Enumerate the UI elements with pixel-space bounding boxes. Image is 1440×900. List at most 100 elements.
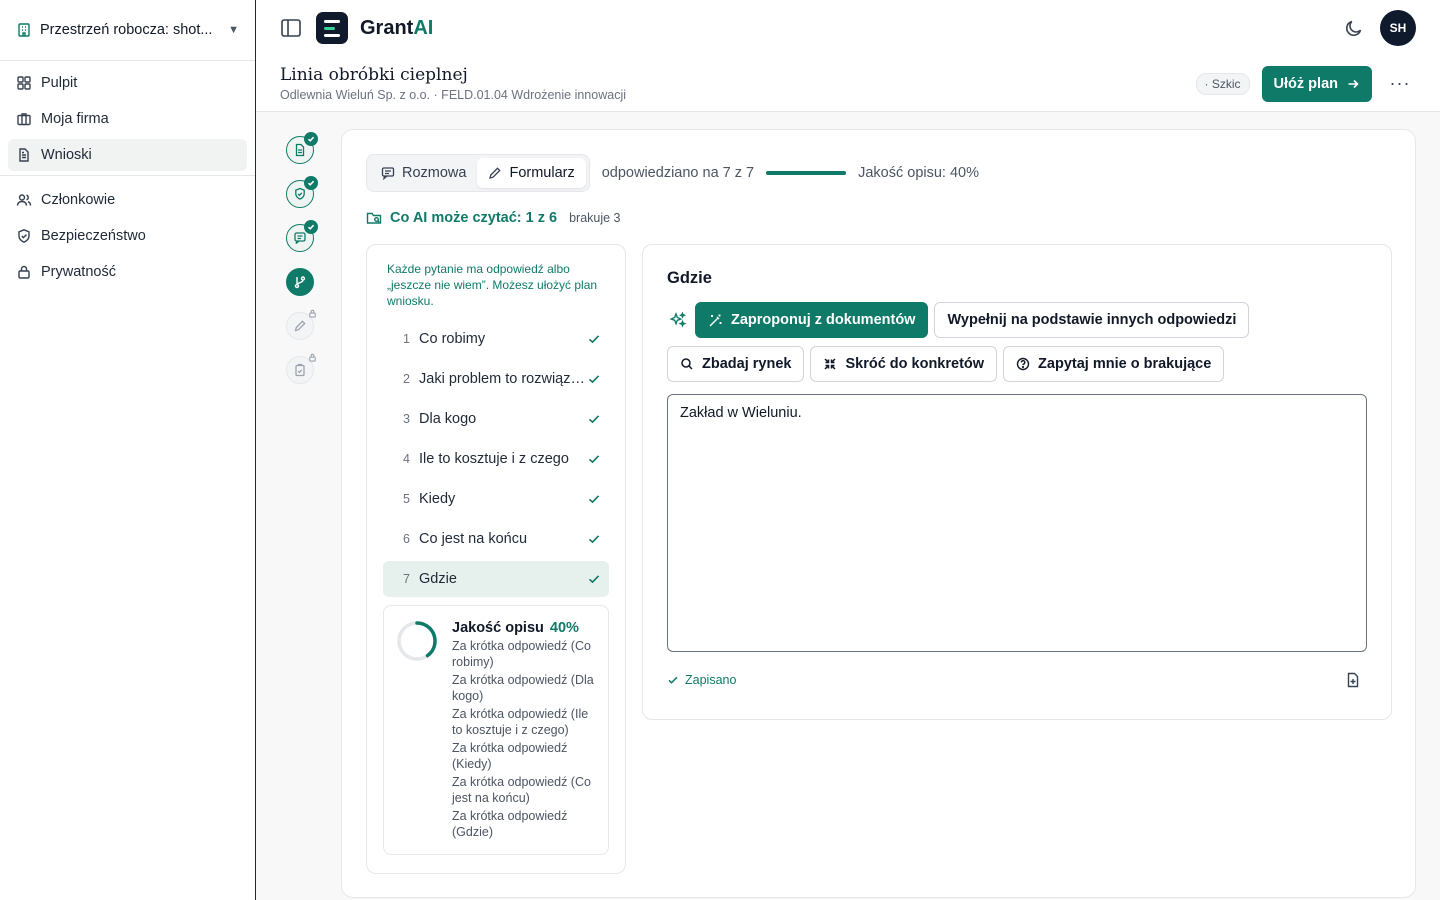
briefcase-icon [16, 111, 32, 127]
quality-box: Jakość opisu 40% Za krótka odpowiedź (Co … [383, 605, 609, 855]
search-icon [680, 357, 694, 371]
workspace-label: Przestrzeń robocza: shot... [40, 22, 213, 38]
ai-read-status[interactable]: Co AI może czytać: 1 z 6 brakuje 3 [366, 210, 621, 226]
help-circle-icon [1016, 357, 1030, 371]
shorten-button[interactable]: Skróć do konkretów [810, 346, 998, 382]
step-shield[interactable] [286, 176, 318, 208]
sidebar-nav: Pulpit Moja firma Wnioski Członkowie Bez… [0, 61, 255, 298]
sidebar-item-label: Członkowie [41, 192, 116, 208]
quality-note: Za krótka odpowiedź (Co robimy) [452, 639, 591, 669]
folder-search-icon [366, 210, 382, 226]
check-icon [304, 176, 318, 190]
sidebar-item-czlonkowie[interactable]: Członkowie [8, 184, 247, 216]
fill-from-other-answers-button[interactable]: Wypełnij na podstawie innych odpowiedzi [934, 302, 1250, 338]
check-icon [587, 492, 601, 506]
step-document[interactable] [286, 132, 318, 164]
shrink-icon [823, 357, 837, 371]
check-icon [587, 412, 601, 426]
chevron-down-icon: ▼ [228, 24, 239, 36]
sidebar-item-pulpit[interactable]: Pulpit [8, 67, 247, 99]
sparkles-icon [667, 311, 689, 329]
main-area: Rozmowa Formularz odpowiedziano na 7 z 7… [256, 112, 1440, 900]
check-icon [304, 132, 318, 146]
mode-tabs: Rozmowa Formularz [366, 154, 590, 192]
check-icon [587, 572, 601, 586]
document-icon [16, 147, 32, 163]
logo-icon [316, 12, 348, 44]
check-icon [587, 332, 601, 346]
avatar[interactable]: SH [1380, 10, 1416, 46]
workspace-switcher[interactable]: Przestrzeń robocza: shot... ▼ [0, 0, 255, 61]
shield-icon [16, 228, 32, 244]
quality-ring [397, 621, 437, 661]
ask-missing-button[interactable]: Zapytaj mnie o brakujące [1003, 346, 1225, 382]
sidebar: Przestrzeń robocza: shot... ▼ Pulpit Moj… [0, 0, 256, 900]
status-badge: · Szkic [1195, 72, 1250, 95]
lock-icon [308, 353, 317, 362]
page-title: Linia obróbki cieplnej [280, 65, 468, 85]
building-icon [16, 22, 32, 38]
sidebar-item-bezpieczenstwo[interactable]: Bezpieczeństwo [8, 220, 247, 252]
application-card: Rozmowa Formularz odpowiedziano na 7 z 7… [341, 129, 1416, 898]
questions-list: 1 Co robimy 2 Jaki problem to rozwiązuje 3… [383, 321, 609, 597]
sidebar-item-label: Bezpieczeństwo [41, 228, 146, 244]
step-pen-locked [286, 309, 317, 340]
quality-note: Za krótka odpowiedź (Gdzie) [452, 809, 568, 839]
check-icon [587, 452, 601, 466]
saved-status: Zapisano [667, 673, 736, 687]
users-icon [16, 192, 32, 208]
sidebar-item-label: Moja firma [41, 111, 109, 127]
sidebar-item-label: Pulpit [41, 75, 78, 91]
quality-note: Za krótka odpowiedź (Dla kogo) [452, 673, 594, 703]
check-icon [587, 532, 601, 546]
question-item[interactable]: 3 Dla kogo [383, 401, 609, 437]
question-item[interactable]: 6 Co jest na końcu [383, 521, 609, 557]
answer-title: Gdzie [667, 269, 712, 287]
arrow-right-icon [1346, 77, 1360, 91]
ai-read-missing: brakuje 3 [569, 211, 621, 225]
quality-note: Za krótka odpowiedź (Co jest na końcu) [452, 775, 591, 805]
pencil-icon [488, 166, 502, 180]
more-options-button[interactable]: ··· [1384, 73, 1416, 94]
tab-rozmowa[interactable]: Rozmowa [370, 158, 477, 188]
sidebar-item-prywatnosc[interactable]: Prywatność [8, 256, 247, 288]
question-item[interactable]: 2 Jaki problem to rozwiązuje [383, 361, 609, 397]
file-plus-icon[interactable] [1345, 672, 1361, 688]
build-plan-button[interactable]: Ułóż plan [1261, 65, 1372, 102]
answered-count: odpowiedziano na 7 z 7 [601, 165, 755, 181]
answer-textarea[interactable]: Zakład w Wieluniu. [667, 394, 1367, 652]
questions-panel: Każde pytanie ma odpowiedź albo „jeszcze… [366, 244, 626, 874]
check-icon [304, 220, 318, 234]
lock-icon [308, 309, 317, 318]
step-branch[interactable] [286, 268, 314, 296]
lock-icon [16, 264, 32, 280]
answered-progress [766, 171, 847, 175]
sidebar-item-label: Prywatność [41, 264, 116, 280]
dark-mode-icon[interactable] [1344, 18, 1364, 38]
ai-read-label: Co AI może czytać: 1 z 6 [390, 210, 558, 226]
chat-icon [381, 166, 395, 180]
sidebar-toggle-icon[interactable] [280, 17, 302, 39]
step-clipboard-locked [286, 353, 317, 384]
step-rail [286, 132, 318, 400]
magic-wand-icon [708, 313, 723, 328]
tab-formularz[interactable]: Formularz [477, 158, 586, 188]
step-chat[interactable] [286, 220, 318, 252]
research-market-button[interactable]: Zbadaj rynek [667, 346, 805, 382]
topbar: GrantAI SH [256, 0, 1440, 56]
page-header: Linia obróbki cieplnej Odlewnia Wieluń S… [256, 56, 1440, 112]
propose-from-documents-button[interactable]: Zaproponuj z dokumentów [695, 302, 929, 338]
check-icon [587, 372, 601, 386]
quality-summary: Jakość opisu: 40% [858, 165, 980, 181]
sidebar-divider [0, 175, 255, 176]
sidebar-item-moja-firma[interactable]: Moja firma [8, 103, 247, 135]
question-item-active[interactable]: 7 Gdzie [383, 561, 609, 597]
question-item[interactable]: 1 Co robimy [383, 321, 609, 357]
sidebar-item-wnioski[interactable]: Wnioski [8, 139, 247, 171]
questions-hint: Każde pytanie ma odpowiedź albo „jeszcze… [387, 262, 598, 308]
question-item[interactable]: 5 Kiedy [383, 481, 609, 517]
dashboard-icon [16, 75, 32, 91]
quality-note: Za krótka odpowiedź (Ile to kosztuje i z… [452, 707, 589, 737]
page-subtitle: Odlewnia Wieluń Sp. z o.o. · FELD.01.04 … [280, 88, 626, 102]
question-item[interactable]: 4 Ile to kosztuje i z czego [383, 441, 609, 477]
